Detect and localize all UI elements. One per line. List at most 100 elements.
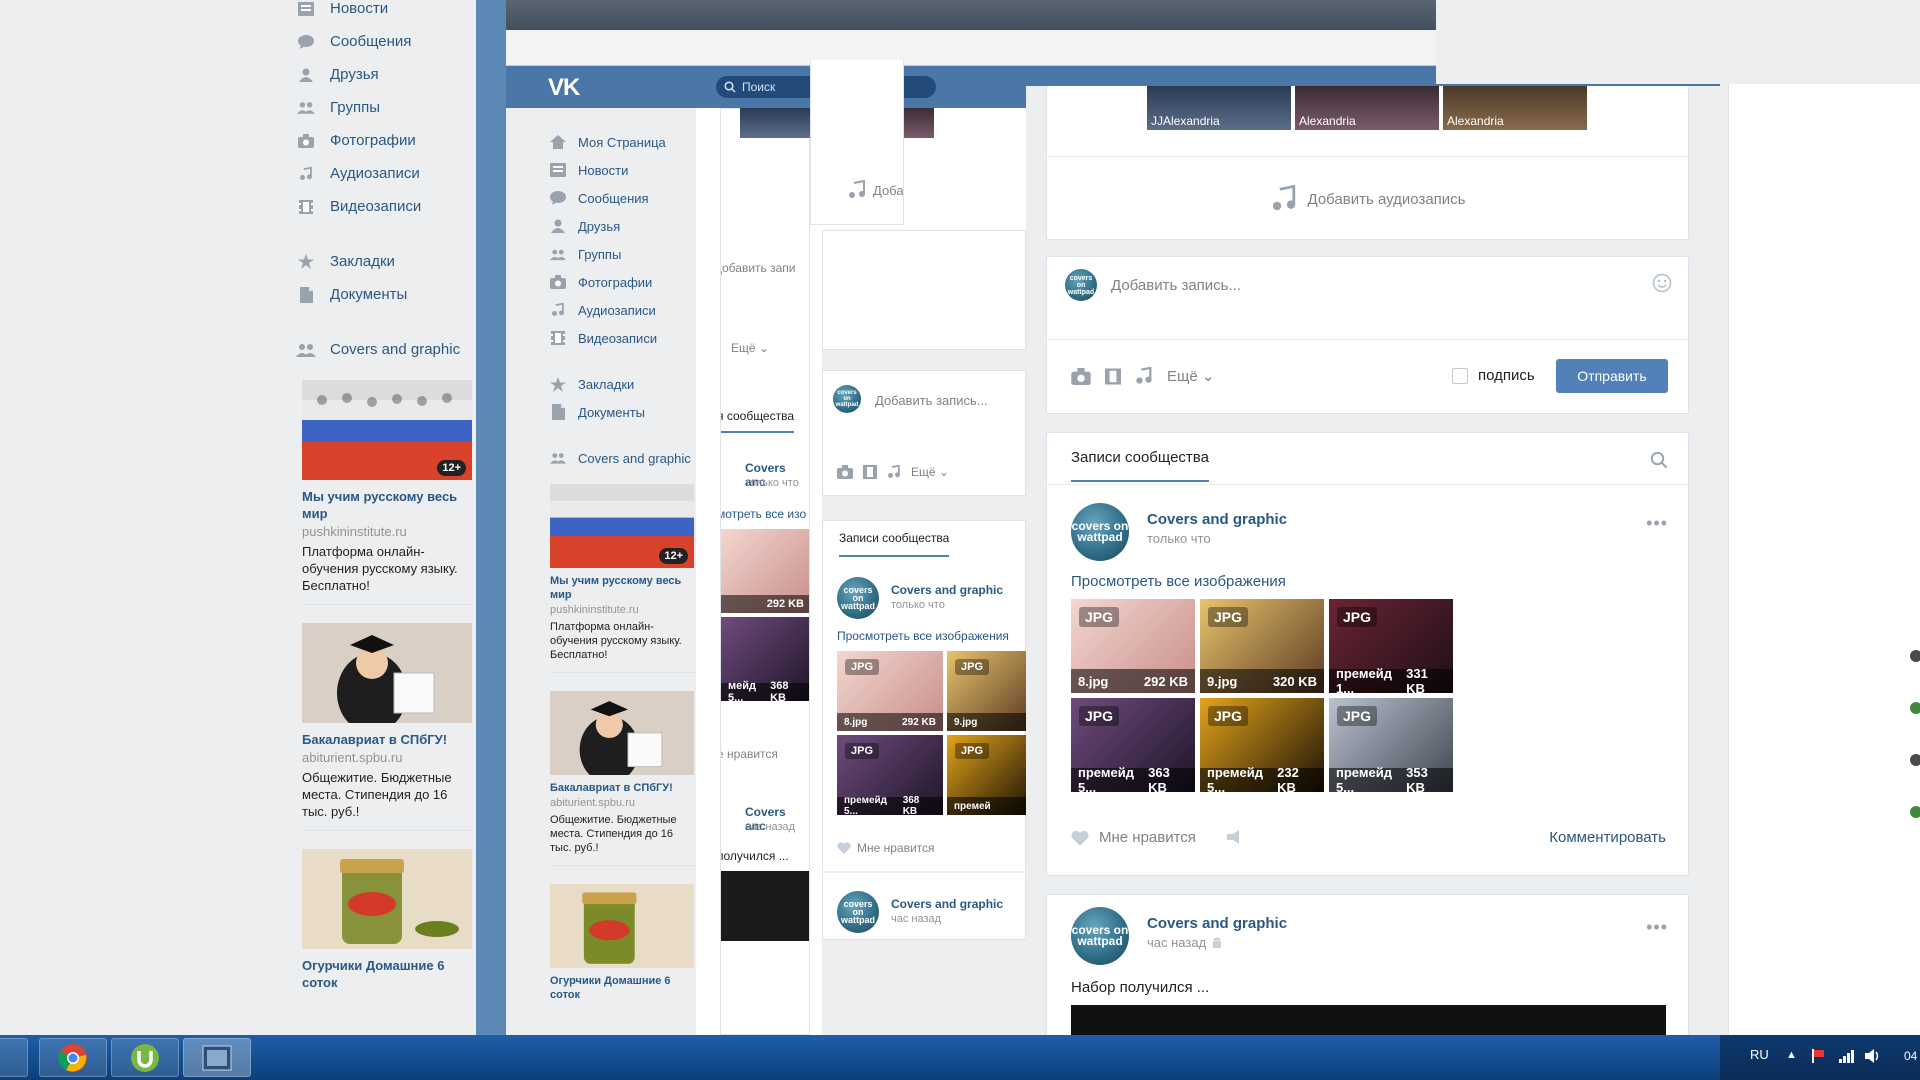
post-menu-icon[interactable]: ••• [1646, 917, 1668, 938]
strip-image[interactable]: Alexandria [1443, 86, 1587, 130]
view-all-images[interactable]: Просмотреть все изображения [837, 629, 1009, 643]
post-author[interactable]: Covers and graphic [1147, 511, 1287, 528]
video-icon[interactable] [863, 465, 877, 479]
photo-thumb[interactable]: JPG премей [947, 735, 1026, 815]
photo-thumb[interactable]: JPG премейд 5... 368 KB [837, 735, 943, 817]
camera-icon[interactable] [837, 465, 853, 479]
post-menu-icon[interactable]: ••• [1646, 513, 1668, 534]
avatar[interactable]: covers on wattpad [833, 385, 861, 413]
likes-fragment[interactable]: е нравится [721, 747, 778, 761]
signature-checkbox[interactable]: подпись [1452, 367, 1535, 384]
photo-thumb[interactable]: JPG премейд 1... 331 KB [1329, 599, 1453, 693]
taskbar-chrome[interactable] [39, 1038, 107, 1077]
photo-thumb[interactable]: 292 KB [721, 529, 809, 613]
like-button[interactable]: Мне нравится [837, 841, 935, 855]
avatar[interactable]: covers on wattpad [1065, 269, 1097, 301]
comment-button[interactable]: Комментировать [1549, 829, 1666, 846]
photo-thumb[interactable]: мейд 5... 368 KB [721, 617, 809, 704]
ad-image[interactable] [302, 623, 472, 723]
more-dropdown[interactable]: Ещё ⌄ [911, 465, 949, 479]
photo-thumb[interactable]: JPG премейд 5... 353 KB [1329, 698, 1453, 792]
ad-title[interactable]: Мы учим русскому весь мир [302, 488, 472, 522]
add-record-input[interactable]: Добавить запись... [1111, 277, 1241, 294]
strip-image[interactable]: Alexandria [1295, 86, 1439, 130]
tray-expand-icon[interactable]: ▲ [1786, 1049, 1797, 1061]
ad-title[interactable]: Мы учим русскому весь мир [550, 574, 694, 602]
like-button[interactable]: Мне нравится [1071, 829, 1196, 846]
emoji-icon[interactable] [1652, 273, 1672, 293]
nav-item-document[interactable]: Документы [296, 278, 476, 311]
ad-title[interactable]: Огурчики Домашние 6 соток [550, 974, 694, 1002]
avatar[interactable]: covers on wattpad [1071, 503, 1129, 561]
ad-image[interactable]: 12+ [302, 380, 472, 480]
photo-thumb[interactable]: JPG премейд 5... 363 KB [1071, 698, 1195, 792]
post-image[interactable] [721, 871, 809, 941]
nav-item-groups[interactable]: Группы [550, 240, 691, 268]
more-dropdown[interactable]: Ещё ⌄ [1167, 367, 1214, 385]
nav-item-music[interactable]: Аудиозаписи [296, 157, 476, 190]
taskbar-app-partial[interactable] [0, 1038, 28, 1077]
volume-icon[interactable] [1864, 1048, 1882, 1064]
ad-block[interactable]: Бакалавриат в СПбГУ! abiturient.spbu.ru … [302, 623, 472, 831]
post-author[interactable]: Covers and graphic [891, 583, 1003, 597]
nav-item-group[interactable]: Covers and graphic [550, 444, 691, 472]
network-icon[interactable] [1838, 1048, 1854, 1064]
photo-thumb[interactable]: JPG 8.jpg 292 KB [1071, 599, 1195, 693]
ad-block[interactable]: Бакалавриат в СПбГУ! abiturient.spbu.ru … [550, 691, 694, 866]
view-all-images[interactable]: Просмотреть все изображения [1071, 573, 1286, 590]
nav-item-star[interactable]: Закладки [550, 370, 691, 398]
taskbar-media-app[interactable] [183, 1038, 251, 1077]
nav-item-friends[interactable]: Друзья [296, 58, 476, 91]
ad-block[interactable]: Огурчики Домашние 6 соток [302, 849, 472, 1001]
photo-thumb[interactable]: JPG 8.jpg 292 KB [837, 651, 943, 731]
photo-thumb[interactable]: JPG 9.jpg 320 KB [1200, 599, 1324, 693]
nav-item-camera[interactable]: Фотографии [296, 124, 476, 157]
nav-item-video[interactable]: Видеозаписи [550, 324, 691, 352]
ad-title[interactable]: Огурчики Домашние 6 соток [302, 957, 472, 991]
music-icon[interactable] [1135, 367, 1153, 385]
ad-block[interactable]: Огурчики Домашние 6 соток [550, 884, 694, 1012]
ad-block[interactable]: 12+ Мы учим русскому весь мир pushkinins… [550, 484, 694, 673]
address-bar[interactable] [506, 30, 1436, 66]
nav-item-friends[interactable]: Друзья [550, 212, 691, 240]
photo-thumb[interactable]: JPG премейд 5... 232 KB [1200, 698, 1324, 792]
ad-block[interactable]: 12+ Мы учим русскому весь мир pushkinins… [302, 380, 472, 605]
checkbox-box[interactable] [1452, 367, 1468, 384]
nav-item-home[interactable]: Моя Страница [550, 128, 691, 156]
ad-image[interactable] [550, 884, 694, 968]
search-icon[interactable] [1650, 451, 1668, 469]
nav-item-camera[interactable]: Фотографии [550, 268, 691, 296]
share-icon[interactable] [1225, 829, 1243, 845]
music-icon[interactable] [887, 465, 901, 479]
more-fragment[interactable]: Ещё ⌄ [731, 341, 769, 355]
nav-item-messages[interactable]: Сообщения [296, 25, 476, 58]
nav-item-star[interactable]: Закладки [296, 245, 476, 278]
ad-title[interactable]: Бакалавриат в СПбГУ! [550, 781, 694, 795]
avatar[interactable]: covers on wattpad [1071, 907, 1129, 965]
add-record-input[interactable]: Добавить запись... [875, 393, 988, 408]
send-button[interactable]: Отправить [1556, 359, 1668, 393]
video-icon[interactable] [1105, 368, 1121, 385]
flag-icon[interactable] [1810, 1048, 1826, 1064]
nav-item-music[interactable]: Аудиозаписи [550, 296, 691, 324]
taskbar-utorrent[interactable] [111, 1038, 179, 1077]
add-record-fragment[interactable]: добавить запи [721, 261, 795, 275]
avatar[interactable]: covers on wattpad [837, 891, 879, 933]
ad-image[interactable]: 12+ [550, 484, 694, 568]
nav-item-news[interactable]: Новости [550, 156, 691, 184]
camera-icon[interactable] [1071, 367, 1091, 385]
photo-thumb[interactable]: JPG 9.jpg [947, 651, 1026, 731]
nav-item-news[interactable]: Новости [296, 0, 476, 25]
strip-image[interactable]: JJAlexandria [1147, 86, 1291, 130]
ad-image[interactable] [550, 691, 694, 775]
add-audio-fragment[interactable]: Доба [847, 180, 903, 200]
nav-item-messages[interactable]: Сообщения [550, 184, 691, 212]
nav-item-groups[interactable]: Группы [296, 91, 476, 124]
vk-logo[interactable]: VK [548, 74, 580, 102]
tab-fragment[interactable]: я сообщества [721, 409, 795, 433]
language-indicator[interactable]: RU [1750, 1047, 1769, 1062]
avatar[interactable]: covers on wattpad [837, 577, 879, 619]
tab-community-posts[interactable]: Записи сообщества [1071, 449, 1209, 482]
ad-image[interactable] [302, 849, 472, 949]
post-author[interactable]: Covers and graphic [891, 897, 1003, 911]
